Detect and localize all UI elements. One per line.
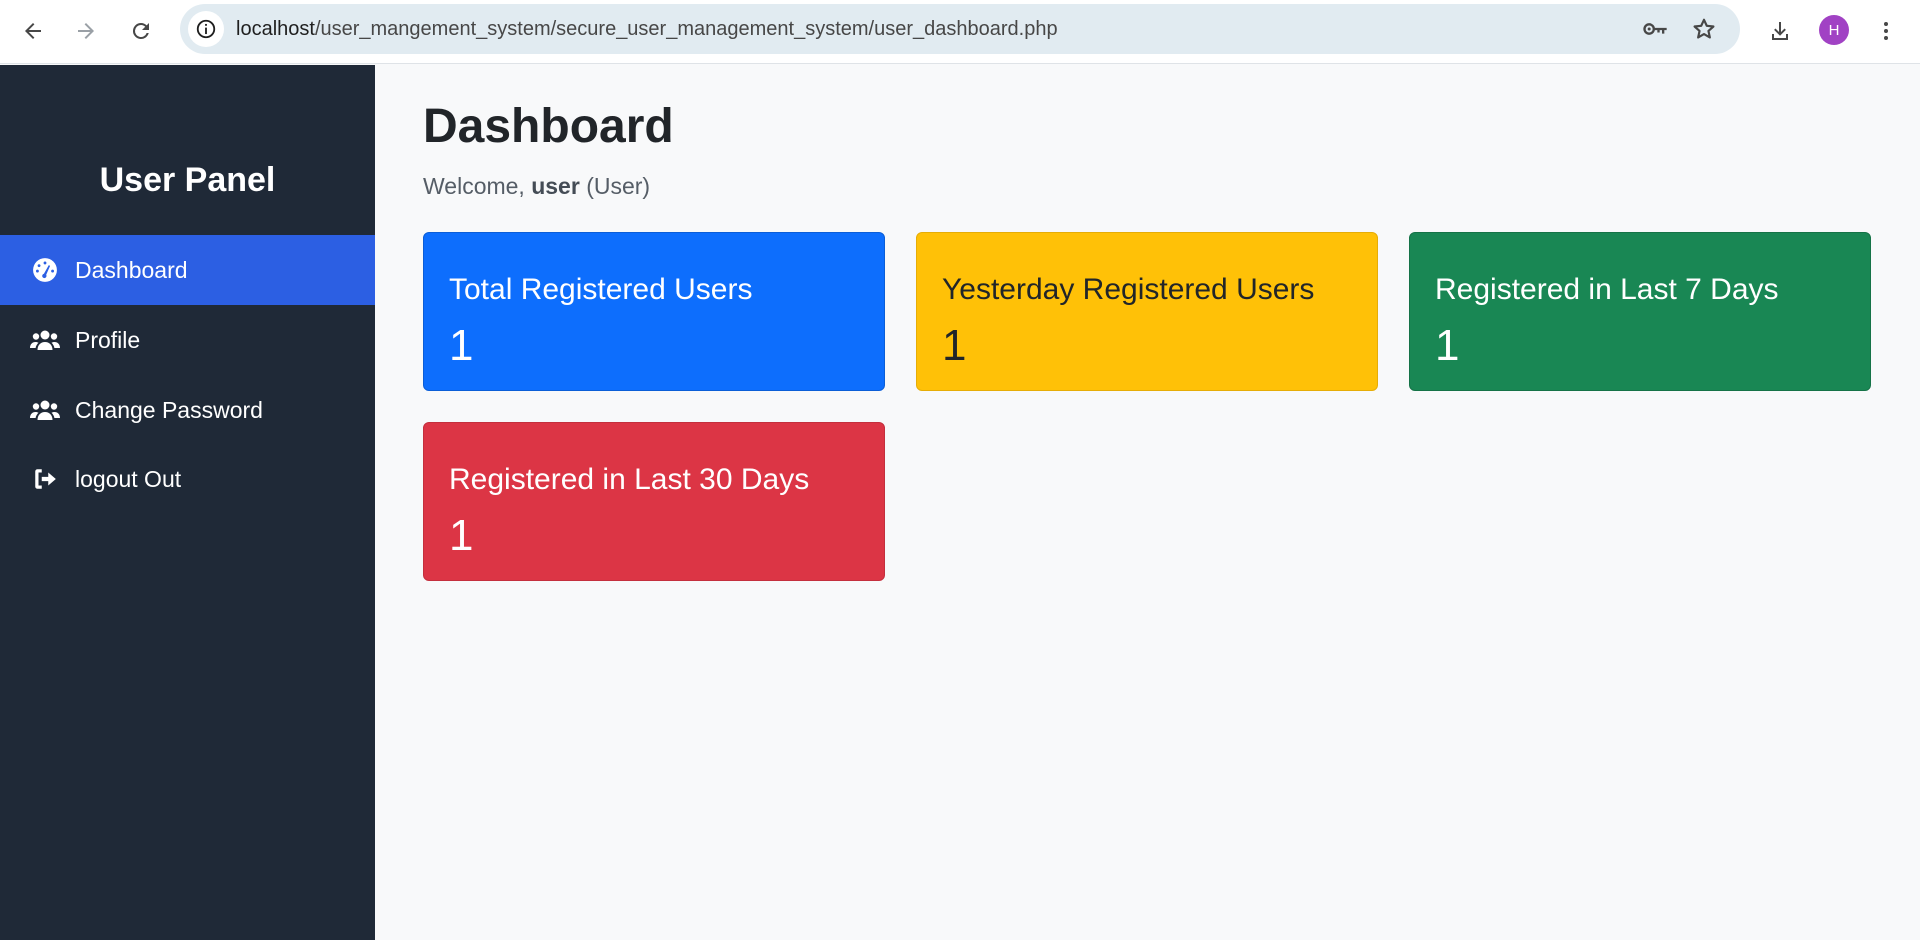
welcome-message: Welcome, user (User)	[423, 170, 650, 202]
page-title: Dashboard	[423, 100, 674, 153]
password-manager-button[interactable]	[1639, 13, 1671, 45]
url-path: /user_mangement_system/secure_user_manag…	[314, 18, 1058, 40]
reload-button[interactable]	[121, 11, 161, 51]
info-icon	[196, 19, 216, 39]
stat-card-value: 1	[449, 511, 474, 560]
key-icon	[1643, 23, 1667, 35]
arrow-left-icon	[25, 23, 41, 39]
forward-button[interactable]	[66, 11, 106, 51]
download-icon	[1772, 22, 1788, 40]
browser-toolbar: localhost/user_mangement_system/secure_u…	[0, 0, 1920, 64]
stat-card-title: Registered in Last 30 Days	[449, 463, 810, 496]
stat-card-title: Yesterday Registered Users	[942, 273, 1315, 306]
welcome-role: (User)	[586, 173, 651, 199]
sidebar-item-label: Dashboard	[75, 256, 188, 283]
gauge-icon	[30, 255, 60, 285]
reload-icon	[132, 22, 149, 39]
downloads-button[interactable]	[1760, 11, 1800, 51]
bookmark-button[interactable]	[1688, 13, 1720, 45]
users-icon	[30, 325, 60, 355]
sign-out-icon	[30, 464, 60, 494]
sidebar-item-change-password[interactable]: Change Password	[0, 375, 375, 445]
sidebar-item-label: logout Out	[75, 465, 182, 492]
stat-card-yesterday-users: Yesterday Registered Users 1	[916, 232, 1378, 391]
url-text[interactable]: localhost/user_mangement_system/secure_u…	[236, 4, 1058, 54]
site-info-button[interactable]	[188, 11, 224, 47]
sidebar-item-label: Change Password	[75, 396, 263, 423]
stat-card-title: Registered in Last 7 Days	[1435, 273, 1779, 306]
welcome-prefix: Welcome,	[423, 173, 525, 199]
stat-card-title: Total Registered Users	[449, 273, 753, 306]
welcome-username: user	[531, 173, 580, 199]
more-vertical-icon	[1884, 22, 1888, 40]
sidebar-item-profile[interactable]: Profile	[0, 305, 375, 375]
stat-card-last-7-days: Registered in Last 7 Days 1	[1409, 232, 1871, 391]
stat-card-last-30-days: Registered in Last 30 Days 1	[423, 422, 885, 581]
sidebar-brand: User Panel	[99, 161, 276, 199]
sidebar-item-dashboard[interactable]: Dashboard	[0, 235, 375, 305]
url-host: localhost	[236, 18, 315, 40]
profile-avatar[interactable]: H	[1819, 15, 1849, 45]
sidebar: User Panel Dashboard Profile Change Pass…	[0, 65, 375, 940]
star-icon	[1693, 18, 1715, 39]
stat-card-value: 1	[942, 321, 967, 370]
users-icon	[30, 395, 60, 425]
stat-card-total-users: Total Registered Users 1	[423, 232, 885, 391]
stat-card-value: 1	[449, 321, 474, 370]
sidebar-item-label: Profile	[75, 326, 141, 353]
sidebar-item-logout[interactable]: logout Out	[0, 444, 375, 514]
address-bar[interactable]: localhost/user_mangement_system/secure_u…	[180, 4, 1740, 54]
profile-initial: H	[1828, 21, 1840, 39]
arrow-right-icon	[78, 23, 94, 39]
browser-menu-button[interactable]	[1866, 11, 1906, 51]
back-button[interactable]	[13, 11, 53, 51]
stat-card-value: 1	[1435, 321, 1460, 370]
